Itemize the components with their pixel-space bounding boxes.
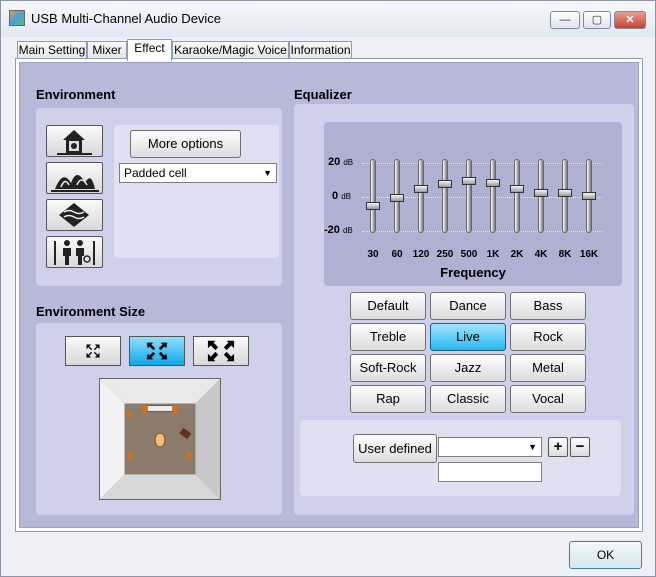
equalizer-graph: 20 dB 0 dB -20 dB 30 60 120 250 500 1K 2K 4K 8K 1…: [324, 122, 622, 286]
env-house-button[interactable]: [46, 125, 103, 157]
eq-slider-thumb[interactable]: [462, 177, 476, 186]
preset-treble-button[interactable]: Treble: [350, 323, 426, 351]
frequency-axis-label: Frequency: [440, 265, 506, 280]
eq-slider[interactable]: [510, 159, 524, 233]
ok-button[interactable]: OK: [569, 541, 642, 569]
effect-panel: Environment More options Padded cell ▼ E…: [15, 58, 643, 532]
eq-slider-thumb[interactable]: [582, 192, 596, 200]
eq-slider[interactable]: [486, 159, 500, 233]
environment-size-box: [36, 323, 282, 515]
maximize-button[interactable]: ▢: [583, 11, 611, 29]
environment-size-title: Environment Size: [36, 304, 146, 319]
eq-slider[interactable]: [414, 159, 428, 233]
chevron-down-icon: ▼: [528, 442, 537, 452]
preset-name-input[interactable]: [438, 462, 542, 482]
people-icon: [54, 240, 95, 265]
house-icon: [57, 130, 92, 155]
main-window: USB Multi-Channel Audio Device — ▢ ✕ Mai…: [0, 0, 656, 577]
env-water-button[interactable]: [46, 199, 103, 231]
size-small-button[interactable]: [65, 336, 121, 366]
opera-house-icon: [51, 175, 99, 192]
eq-slider-track: [490, 159, 496, 233]
eq-slider-thumb[interactable]: [510, 185, 524, 194]
environment-title: Environment: [36, 87, 116, 102]
preset-classic-button[interactable]: Classic: [430, 385, 506, 413]
preset-bass-button[interactable]: Bass: [510, 292, 586, 320]
preset-metal-button[interactable]: Metal: [510, 354, 586, 382]
environment-select-value: Padded cell: [124, 166, 187, 180]
eq-frequency-label: 250: [436, 249, 454, 260]
preset-live-button[interactable]: Live: [430, 323, 506, 351]
eq-slider[interactable]: [438, 159, 452, 233]
eq-frequency-label: 500: [460, 249, 478, 260]
preset-jazz-button[interactable]: Jazz: [430, 354, 506, 382]
eq-slider-thumb[interactable]: [390, 193, 404, 202]
db-mid-label: 0 dB: [332, 190, 351, 202]
arrows-outward-icon: [207, 340, 235, 362]
eq-slider-track: [442, 159, 448, 233]
user-defined-button[interactable]: User defined: [353, 434, 437, 463]
eq-slider-track: [514, 159, 520, 233]
db-top-label: 20 dB: [328, 156, 354, 168]
size-large-button[interactable]: [193, 336, 249, 366]
env-people-button[interactable]: [46, 236, 103, 268]
app-icon: [9, 10, 25, 26]
eq-frequency-label: 8K: [558, 249, 572, 260]
eq-frequency-label: 60: [391, 249, 403, 260]
preset-rock-button[interactable]: Rock: [510, 323, 586, 351]
preset-soft-rock-button[interactable]: Soft-Rock: [350, 354, 426, 382]
equalizer-box: 20 dB 0 dB -20 dB 30 60 120 250 500 1K 2K 4K 8K 1…: [294, 104, 634, 515]
db-bottom-label: -20 dB: [324, 224, 353, 236]
eq-frequency-label: 2K: [510, 249, 524, 260]
environment-box: More options Padded cell ▼: [36, 108, 282, 286]
eq-slider-thumb[interactable]: [438, 180, 452, 189]
preset-rap-button[interactable]: Rap: [350, 385, 426, 413]
eq-frequency-label: 30: [367, 249, 379, 260]
user-defined-select[interactable]: ▼: [438, 437, 542, 457]
more-options-button[interactable]: More options: [130, 130, 241, 158]
environment-select[interactable]: Padded cell ▼: [119, 163, 277, 183]
eq-frequency-label: 120: [412, 249, 430, 260]
arrows-medium-icon: [146, 342, 168, 360]
eq-slider[interactable]: [462, 159, 476, 233]
water-icon: [59, 203, 89, 227]
room-preview: [99, 378, 221, 500]
user-defined-box: User defined ▼ + −: [300, 420, 621, 496]
eq-slider-thumb[interactable]: [414, 185, 428, 194]
equalizer-title: Equalizer: [294, 87, 352, 102]
chevron-down-icon: ▼: [263, 168, 272, 178]
eq-slider[interactable]: [390, 159, 404, 233]
remove-preset-button[interactable]: −: [570, 437, 590, 457]
env-opera-house-button[interactable]: [46, 162, 103, 194]
preset-vocal-button[interactable]: Vocal: [510, 385, 586, 413]
eq-slider[interactable]: [366, 159, 380, 233]
eq-slider-thumb[interactable]: [366, 201, 380, 210]
eq-slider-thumb[interactable]: [534, 188, 548, 197]
minimize-button[interactable]: —: [550, 11, 580, 29]
eq-slider-track: [466, 159, 472, 233]
close-button[interactable]: ✕: [614, 11, 646, 29]
eq-slider[interactable]: [534, 159, 548, 233]
environment-options-box: More options Padded cell ▼: [114, 125, 279, 258]
eq-slider[interactable]: [558, 159, 572, 233]
preset-default-button[interactable]: Default: [350, 292, 426, 320]
eq-frequency-label: 1K: [486, 249, 500, 260]
eq-slider-track: [370, 159, 376, 233]
eq-slider-thumb[interactable]: [486, 178, 500, 187]
window-title: USB Multi-Channel Audio Device: [31, 11, 222, 26]
eq-frequency-label: 4K: [534, 249, 548, 260]
eq-slider-track: [418, 159, 424, 233]
arrows-inward-icon: [86, 344, 100, 358]
eq-slider-thumb[interactable]: [558, 188, 572, 197]
add-preset-button[interactable]: +: [548, 437, 568, 457]
size-medium-button[interactable]: [129, 336, 185, 366]
room-illustration: [100, 379, 220, 499]
eq-frequency-label: 16K: [579, 249, 599, 260]
tab-effect[interactable]: Effect: [127, 39, 172, 61]
effect-panel-body: Environment More options Padded cell ▼ E…: [19, 62, 639, 528]
title-bar[interactable]: USB Multi-Channel Audio Device — ▢ ✕: [1, 1, 655, 37]
eq-slider[interactable]: [582, 159, 596, 233]
preset-dance-button[interactable]: Dance: [430, 292, 506, 320]
